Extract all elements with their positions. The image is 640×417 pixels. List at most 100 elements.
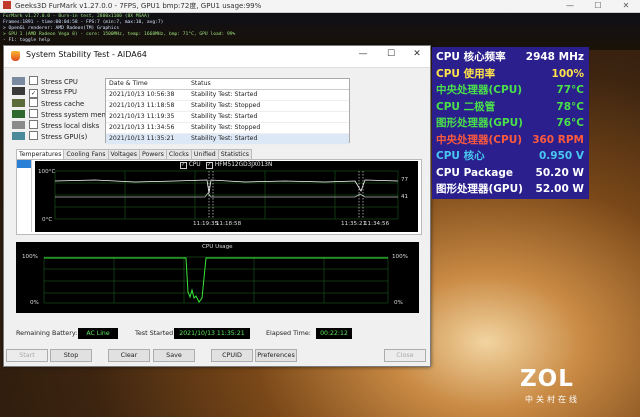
log-date: 2021/10/13 11:18:58: [109, 102, 175, 109]
aida64-close-button[interactable]: ✕: [408, 49, 426, 59]
log-status: Stability Test: Stopped: [191, 102, 261, 109]
stress-memory-checkbox[interactable]: [29, 109, 38, 118]
aida64-maximize-button[interactable]: ☐: [382, 49, 400, 59]
stress-cache-checkbox[interactable]: [29, 98, 38, 107]
start-button[interactable]: Start: [6, 349, 48, 362]
sensor-label: CPU Package: [436, 166, 514, 179]
test-started-label: Test Started:: [135, 329, 176, 337]
furmark-maximize-button[interactable]: ☐: [584, 0, 612, 12]
log-status: Stability Test: Started: [191, 113, 258, 120]
tab-cooling-fans[interactable]: Cooling Fans: [63, 149, 109, 159]
table-header: Date & Time Status: [106, 79, 349, 90]
furmark-minimize-button[interactable]: —: [556, 0, 584, 12]
tab-powers[interactable]: Powers: [138, 149, 167, 159]
stress-gpu-option[interactable]: Stress GPU(s): [12, 131, 87, 141]
zol-logo: ZOL: [520, 366, 574, 392]
usage-y-top: 100%: [22, 254, 38, 260]
sensor-value: 50.20 W: [535, 166, 584, 179]
furmark-close-button[interactable]: ✕: [612, 0, 640, 12]
sensor-value: 76°C: [556, 117, 584, 129]
sensor-overlay: CPU 核心频率 2948 MHz CPU 使用率 100% 中央处理器(CPU) 7…: [432, 47, 589, 199]
stress-disks-label: Stress local disks: [41, 122, 100, 130]
furmark-app-icon: [3, 1, 11, 9]
stress-cache-option[interactable]: Stress cache: [12, 98, 84, 108]
stop-button[interactable]: Stop: [50, 349, 92, 362]
save-button[interactable]: Save: [153, 349, 195, 362]
stress-memory-option[interactable]: Stress system memory: [12, 109, 119, 119]
time-label: 11:19:35: [193, 221, 219, 227]
clear-button[interactable]: Clear: [108, 349, 150, 362]
table-row[interactable]: 2021/10/13 11:35:21 Stability Test: Star…: [106, 134, 349, 145]
selected-sensor[interactable]: [17, 160, 31, 168]
stress-cpu-option[interactable]: Stress CPU: [12, 76, 78, 86]
sensor-row: 图形处理器(GPU) 52.00 W: [436, 181, 586, 198]
log-status: Stability Test: Stopped: [191, 124, 261, 131]
stress-disks-checkbox[interactable]: [29, 120, 38, 129]
sensor-label: CPU 使用率: [436, 67, 496, 80]
time-label: 11:35:21: [341, 221, 367, 227]
sensor-label: CPU 二极管: [436, 100, 496, 113]
sensor-row: 图形处理器(GPU) 76°C: [436, 115, 586, 132]
furmark-title: Geeks3D FurMark v1.27.0.0 - 7FPS, GPU1 b…: [15, 2, 262, 10]
table-row[interactable]: 2021/10/13 10:56:38 Stability Test: Star…: [106, 90, 349, 101]
sensor-value: 78°C: [556, 100, 584, 113]
table-row[interactable]: 2021/10/13 11:19:35 Stability Test: Star…: [106, 112, 349, 123]
table-row[interactable]: 2021/10/13 11:18:58 Stability Test: Stop…: [106, 101, 349, 112]
cpu-usage-graph: CPU Usage 100% 0% 100% 0%: [16, 242, 419, 313]
stress-cache-label: Stress cache: [41, 100, 85, 108]
elapsed-time-label: Elapsed Time:: [266, 329, 311, 337]
tab-voltages[interactable]: Voltages: [107, 149, 140, 159]
log-date: 2021/10/13 11:35:21: [109, 135, 175, 142]
memory-module-icon: [12, 110, 25, 118]
legend-cpu[interactable]: ✓ CPU: [180, 162, 201, 169]
aida64-titlebar[interactable]: System Stability Test - AIDA64 — ☐ ✕: [4, 46, 430, 68]
sensor-row: 中央处理器(CPU) 77°C: [436, 82, 586, 99]
sensor-label: CPU 核心频率: [436, 51, 506, 63]
sensor-row: CPU 使用率 100%: [436, 66, 586, 83]
sensor-value: 0.950 V: [539, 150, 584, 162]
sensor-list[interactable]: [17, 160, 32, 232]
battery-label: Remaining Battery:: [16, 329, 78, 337]
graph-tabs: Temperatures Cooling Fans Voltages Powers Cl…: [16, 149, 253, 159]
stress-fpu-checkbox[interactable]: ✓: [29, 89, 38, 98]
close-button[interactable]: Close: [384, 349, 426, 362]
cpu-chip-icon: [12, 77, 25, 85]
legend-ssd[interactable]: ✓ HFM512GD3JX013N: [206, 162, 272, 169]
y-axis-bottom: 0°C: [42, 217, 53, 223]
stress-fpu-option[interactable]: ✓ Stress FPU: [12, 87, 78, 98]
stress-fpu-label: Stress FPU: [41, 88, 78, 96]
aida64-minimize-button[interactable]: —: [354, 49, 372, 59]
cpu-temp-readout: 77: [401, 177, 409, 183]
gpu-card-icon: [12, 132, 25, 140]
elapsed-time-value: 00:22:12: [316, 328, 352, 339]
osd-line: - F1: toggle help: [3, 38, 51, 43]
sensor-value: 2948 MHz: [525, 51, 584, 63]
tab-statistics[interactable]: Statistics: [217, 149, 253, 159]
tab-unified[interactable]: Unified: [190, 149, 219, 159]
stress-disks-option[interactable]: Stress local disks: [12, 120, 99, 130]
cpu-temp-line: [54, 179, 399, 194]
zol-subtitle: 中关村在线: [525, 395, 580, 404]
stress-cpu-checkbox[interactable]: [29, 76, 38, 85]
sensor-label: CPU 核心: [436, 150, 485, 162]
sensor-value: 360 RPM: [532, 133, 584, 146]
table-row[interactable]: 2021/10/13 11:34:56 Stability Test: Stop…: [106, 123, 349, 134]
preferences-button[interactable]: Preferences: [255, 349, 297, 362]
stress-gpu-checkbox[interactable]: [29, 131, 38, 140]
usage-y-bottom: 0%: [30, 300, 39, 306]
usage-right-bottom: 0%: [394, 300, 403, 306]
legend-cpu-label: CPU: [188, 162, 201, 168]
temperature-graph: ✓ CPU ✓ HFM512GD3JX013N 100°C 0°C 11:19:…: [35, 161, 418, 232]
header-status[interactable]: Status: [191, 79, 211, 89]
log-date: 2021/10/13 11:34:56: [109, 124, 175, 131]
cache-chip-icon: [12, 99, 25, 107]
header-date-time[interactable]: Date & Time: [109, 79, 148, 89]
stability-log-table[interactable]: Date & Time Status 2021/10/13 10:56:38 S…: [105, 78, 350, 145]
sensor-value: 77°C: [556, 84, 584, 96]
tab-clocks[interactable]: Clocks: [165, 149, 192, 159]
cpuid-button[interactable]: CPUID: [211, 349, 253, 362]
disk-drive-icon: [12, 121, 25, 129]
tab-temperatures[interactable]: Temperatures: [16, 149, 65, 159]
furmark-titlebar[interactable]: Geeks3D FurMark v1.27.0.0 - 7FPS, GPU1 b…: [0, 0, 640, 13]
log-date: 2021/10/13 10:56:38: [109, 91, 175, 98]
